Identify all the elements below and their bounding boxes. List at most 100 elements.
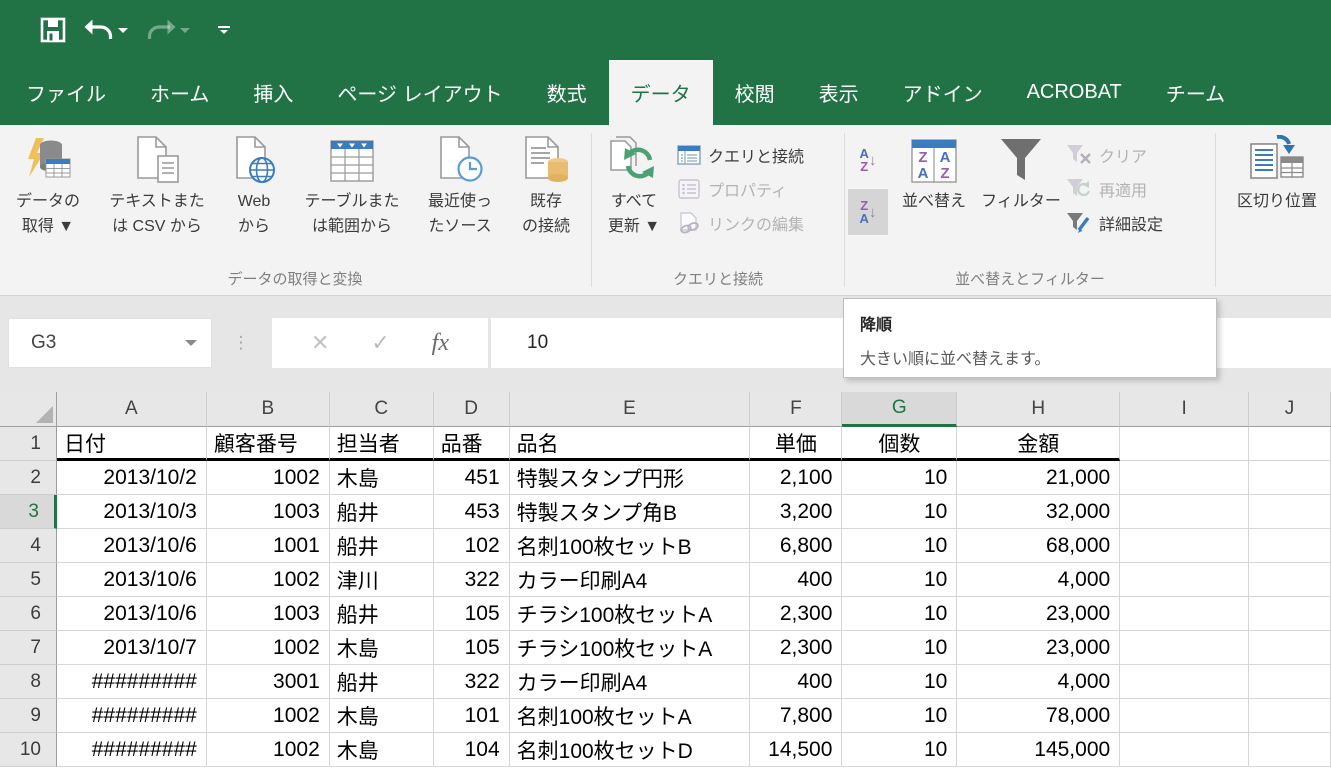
cell-I7[interactable] <box>1120 631 1249 665</box>
cell-E9[interactable]: 名刺100枚セットA <box>510 699 751 733</box>
cell-G10[interactable]: 10 <box>842 733 957 767</box>
cell-C2[interactable]: 木島 <box>330 461 434 495</box>
row-header-6[interactable]: 6 <box>0 597 57 631</box>
cell-A5[interactable]: 2013/10/6 <box>57 563 207 597</box>
cell-E3[interactable]: 特製スタンプ角B <box>510 495 751 529</box>
cell-J4[interactable] <box>1249 529 1331 563</box>
cell-G6[interactable]: 10 <box>842 597 957 631</box>
cell-H7[interactable]: 23,000 <box>957 631 1120 665</box>
cell-G4[interactable]: 10 <box>842 529 957 563</box>
tab-ページ レイアウト[interactable]: ページ レイアウト <box>315 60 524 125</box>
cell-H8[interactable]: 4,000 <box>957 665 1120 699</box>
cell-H3[interactable]: 32,000 <box>957 495 1120 529</box>
cell-D3[interactable]: 453 <box>434 495 510 529</box>
cell-E7[interactable]: チラシ100枚セットA <box>510 631 751 665</box>
cell-G5[interactable]: 10 <box>842 563 957 597</box>
cell-C3[interactable]: 船井 <box>330 495 434 529</box>
cell-A4[interactable]: 2013/10/6 <box>57 529 207 563</box>
cell-F1[interactable]: 単価 <box>750 427 842 461</box>
cell-I4[interactable] <box>1120 529 1249 563</box>
cell-G3[interactable]: 10 <box>842 495 957 529</box>
cell-A1[interactable]: 日付 <box>57 427 207 461</box>
cell-B3[interactable]: 1003 <box>207 495 330 529</box>
tab-ファイル[interactable]: ファイル <box>4 60 128 125</box>
column-header-E[interactable]: E <box>510 392 751 427</box>
existing-connections-button[interactable]: 既存 の接続 <box>504 131 588 239</box>
row-header-9[interactable]: 9 <box>0 699 57 733</box>
cell-B6[interactable]: 1003 <box>207 597 330 631</box>
cell-E5[interactable]: カラー印刷A4 <box>510 563 751 597</box>
cell-A2[interactable]: 2013/10/2 <box>57 461 207 495</box>
cell-D6[interactable]: 105 <box>434 597 510 631</box>
cell-B4[interactable]: 1001 <box>207 529 330 563</box>
cell-H4[interactable]: 68,000 <box>957 529 1120 563</box>
column-header-G[interactable]: G <box>842 392 957 427</box>
cell-D5[interactable]: 322 <box>434 563 510 597</box>
tab-データ[interactable]: データ <box>609 60 713 125</box>
recent-sources-button[interactable]: 最近使っ たソース <box>416 131 504 239</box>
cell-F8[interactable]: 400 <box>750 665 842 699</box>
cell-C1[interactable]: 担当者 <box>330 427 434 461</box>
queries-connections-button[interactable]: クエリと接続 <box>673 139 841 170</box>
cell-B10[interactable]: 1002 <box>207 733 330 767</box>
from-web-button[interactable]: Web から <box>220 131 288 239</box>
cell-J6[interactable] <box>1249 597 1331 631</box>
cell-F7[interactable]: 2,300 <box>750 631 842 665</box>
cell-D9[interactable]: 101 <box>434 699 510 733</box>
cell-J7[interactable] <box>1249 631 1331 665</box>
cell-I2[interactable] <box>1120 461 1249 495</box>
select-all-button[interactable] <box>0 392 57 427</box>
tab-挿入[interactable]: 挿入 <box>231 60 315 125</box>
cell-C4[interactable]: 船井 <box>330 529 434 563</box>
cell-G9[interactable]: 10 <box>842 699 957 733</box>
cell-I10[interactable] <box>1120 733 1249 767</box>
insert-function-icon[interactable]: fx <box>432 330 449 357</box>
row-header-4[interactable]: 4 <box>0 529 57 563</box>
tab-表示[interactable]: 表示 <box>797 60 881 125</box>
column-header-H[interactable]: H <box>957 392 1120 427</box>
row-header-3[interactable]: 3 <box>0 495 57 529</box>
cell-B5[interactable]: 1002 <box>207 563 330 597</box>
cell-H9[interactable]: 78,000 <box>957 699 1120 733</box>
from-table-range-button[interactable]: テーブルまた は範囲から <box>288 131 416 239</box>
cell-G2[interactable]: 10 <box>842 461 957 495</box>
cell-C5[interactable]: 津川 <box>330 563 434 597</box>
tab-ACROBAT[interactable]: ACROBAT <box>1005 60 1144 125</box>
cell-D4[interactable]: 102 <box>434 529 510 563</box>
cell-C6[interactable]: 船井 <box>330 597 434 631</box>
cell-F10[interactable]: 14,500 <box>750 733 842 767</box>
cell-F3[interactable]: 3,200 <box>750 495 842 529</box>
row-header-7[interactable]: 7 <box>0 631 57 665</box>
cell-I3[interactable] <box>1120 495 1249 529</box>
cell-J1[interactable] <box>1249 427 1331 461</box>
cell-B8[interactable]: 3001 <box>207 665 330 699</box>
sort-button[interactable]: Z A A Z 並べ替え <box>888 131 980 214</box>
cell-D2[interactable]: 451 <box>434 461 510 495</box>
row-header-1[interactable]: 1 <box>0 427 57 461</box>
column-header-F[interactable]: F <box>750 392 842 427</box>
cell-C9[interactable]: 木島 <box>330 699 434 733</box>
cell-A10[interactable]: ######### <box>57 733 207 767</box>
customize-quick-access-button[interactable] <box>218 26 230 34</box>
tab-チーム[interactable]: チーム <box>1144 60 1247 125</box>
cell-H6[interactable]: 23,000 <box>957 597 1120 631</box>
cell-E8[interactable]: カラー印刷A4 <box>510 665 751 699</box>
cell-A7[interactable]: 2013/10/7 <box>57 631 207 665</box>
cell-J9[interactable] <box>1249 699 1331 733</box>
cell-J5[interactable] <box>1249 563 1331 597</box>
name-box-dropdown-icon[interactable] <box>185 340 197 346</box>
cell-E1[interactable]: 品名 <box>510 427 751 461</box>
tab-アドイン[interactable]: アドイン <box>881 60 1005 125</box>
cell-D7[interactable]: 105 <box>434 631 510 665</box>
from-text-csv-button[interactable]: テキストまた は CSV から <box>94 131 220 239</box>
cell-C10[interactable]: 木島 <box>330 733 434 767</box>
filter-button[interactable]: フィルター <box>980 131 1062 214</box>
name-box[interactable]: G3 <box>8 318 212 368</box>
column-header-I[interactable]: I <box>1120 392 1249 427</box>
row-header-8[interactable]: 8 <box>0 665 57 699</box>
cell-I9[interactable] <box>1120 699 1249 733</box>
tab-数式[interactable]: 数式 <box>525 60 609 125</box>
text-to-columns-button[interactable]: 区切り位置 <box>1227 131 1327 214</box>
advanced-filter-button[interactable]: 詳細設定 <box>1062 207 1212 238</box>
row-header-10[interactable]: 10 <box>0 733 57 767</box>
